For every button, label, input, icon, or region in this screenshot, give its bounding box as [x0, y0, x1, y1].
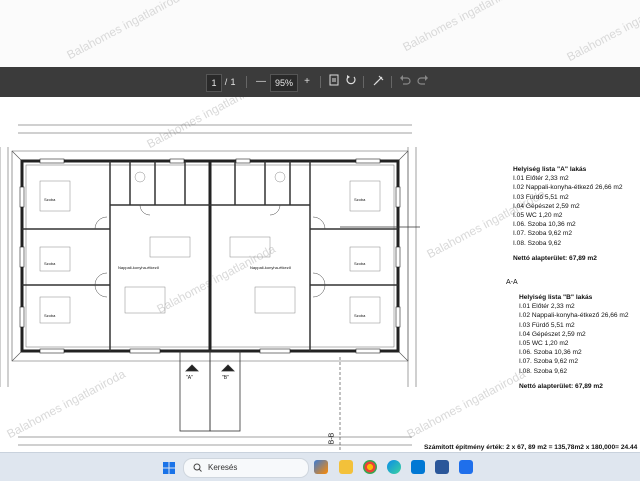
list-item: I.03 Fürdő 5,51 m2 [513, 193, 569, 201]
list-item: I.05 WC 1,20 m2 [519, 340, 569, 348]
list-item: I.02 Nappali-konyha-étkező 26,66 m2 [519, 312, 629, 320]
pdf-document-page: Balahomes ingatlaniroda Balahomes ingatl… [0, 97, 640, 452]
list-item: I.08. Szoba 9,62 [513, 239, 562, 247]
fit-page-icon[interactable] [327, 74, 341, 90]
zoom-level-input[interactable]: 95% [270, 74, 298, 92]
word-icon[interactable] [435, 460, 449, 474]
list-item: I.07. Szoba 9,62 m2 [513, 230, 573, 238]
search-placeholder: Keresés [208, 463, 238, 472]
room-label: Szoba [44, 313, 56, 318]
taskbar-search-box[interactable]: Keresés [183, 458, 309, 478]
room-list-a-total: Nettó alapterület: 67,89 m2 [513, 254, 597, 262]
zoom-out-button[interactable]: — [254, 74, 268, 90]
floor-plan-drawing [0, 124, 420, 452]
taskbar: Keresés [0, 452, 640, 481]
list-item: I.05 WC 1,20 m2 [513, 212, 563, 220]
windows-start-icon[interactable] [163, 461, 175, 474]
room-label: Nappali-konyha-étkező [118, 265, 159, 270]
room-label: Szoba [44, 197, 56, 202]
draw-icon[interactable] [372, 74, 386, 90]
list-item: I.04 Gépészet 2,59 m2 [513, 202, 580, 210]
list-item: I.04 Gépészet 2,59 m2 [519, 330, 586, 338]
page-total: 1 [230, 77, 236, 87]
edge-icon[interactable] [387, 460, 401, 474]
widgets-icon[interactable] [314, 460, 328, 474]
room-label: Szoba [354, 313, 366, 318]
list-item: I.08. Szoba 9,62 [519, 367, 568, 375]
room-label: Nappali-konyha-étkező [250, 265, 291, 270]
store-icon[interactable] [411, 460, 425, 474]
unit-a-label: "A" [186, 375, 193, 381]
chrome-icon[interactable] [363, 460, 377, 474]
zoom-in-button[interactable]: + [300, 74, 314, 90]
page-number-input[interactable]: 1 [206, 74, 222, 92]
rotate-icon[interactable] [344, 74, 358, 90]
room-label: Szoba [44, 261, 56, 266]
room-label: Szoba [354, 197, 366, 202]
list-item: I.06. Szoba 10,36 m2 [519, 349, 582, 357]
search-icon [193, 459, 202, 484]
room-list-a: Helyiség lista "A" lakás I.01 Előtér 2,3… [513, 165, 623, 263]
calculated-value-text: Számított építmény érték: 2 x 67, 89 m2 … [424, 444, 638, 451]
pdf-toolbar: 1 / 1 — 95% + [0, 67, 640, 97]
section-label-b: B-B [328, 432, 336, 445]
undo-icon[interactable] [398, 74, 412, 90]
room-list-b-total: Nettó alapterület: 67,89 m2 [519, 382, 603, 390]
list-item: I.03 Fürdő 5,51 m2 [519, 321, 575, 329]
file-explorer-icon[interactable] [339, 460, 353, 474]
list-item: I.01 Előtér 2,33 m2 [519, 303, 575, 311]
watermark: Balahomes ingatlaniroda [404, 366, 528, 442]
room-list-b-title: Helyiség lista "B" lakás [519, 294, 593, 301]
section-label-a: A-A [506, 279, 518, 286]
outlook-icon[interactable] [459, 460, 473, 474]
watermark: Balahomes ingatlaniroda [64, 0, 188, 63]
watermark: Balahomes ingatlaniroda [564, 0, 640, 65]
redo-icon[interactable] [416, 74, 430, 90]
list-item: I.01 Előtér 2,33 m2 [513, 175, 569, 183]
list-item: I.06. Szoba 10,36 m2 [513, 221, 576, 229]
list-item: I.07. Szoba 9,62 m2 [519, 358, 579, 366]
room-list-a-title: Helyiség lista "A" lakás [513, 166, 587, 173]
document-top-area: Balahomes ingatlaniroda Balahomes ingatl… [0, 0, 640, 67]
unit-b-label: "B" [222, 375, 229, 381]
room-label: Szoba [354, 261, 366, 266]
watermark: Balahomes ingatlaniroda [400, 0, 524, 55]
list-item: I.02 Nappali-konyha-étkező 26,66 m2 [513, 184, 623, 192]
room-list-b: Helyiség lista "B" lakás I.01 Előtér 2,3… [519, 293, 629, 391]
